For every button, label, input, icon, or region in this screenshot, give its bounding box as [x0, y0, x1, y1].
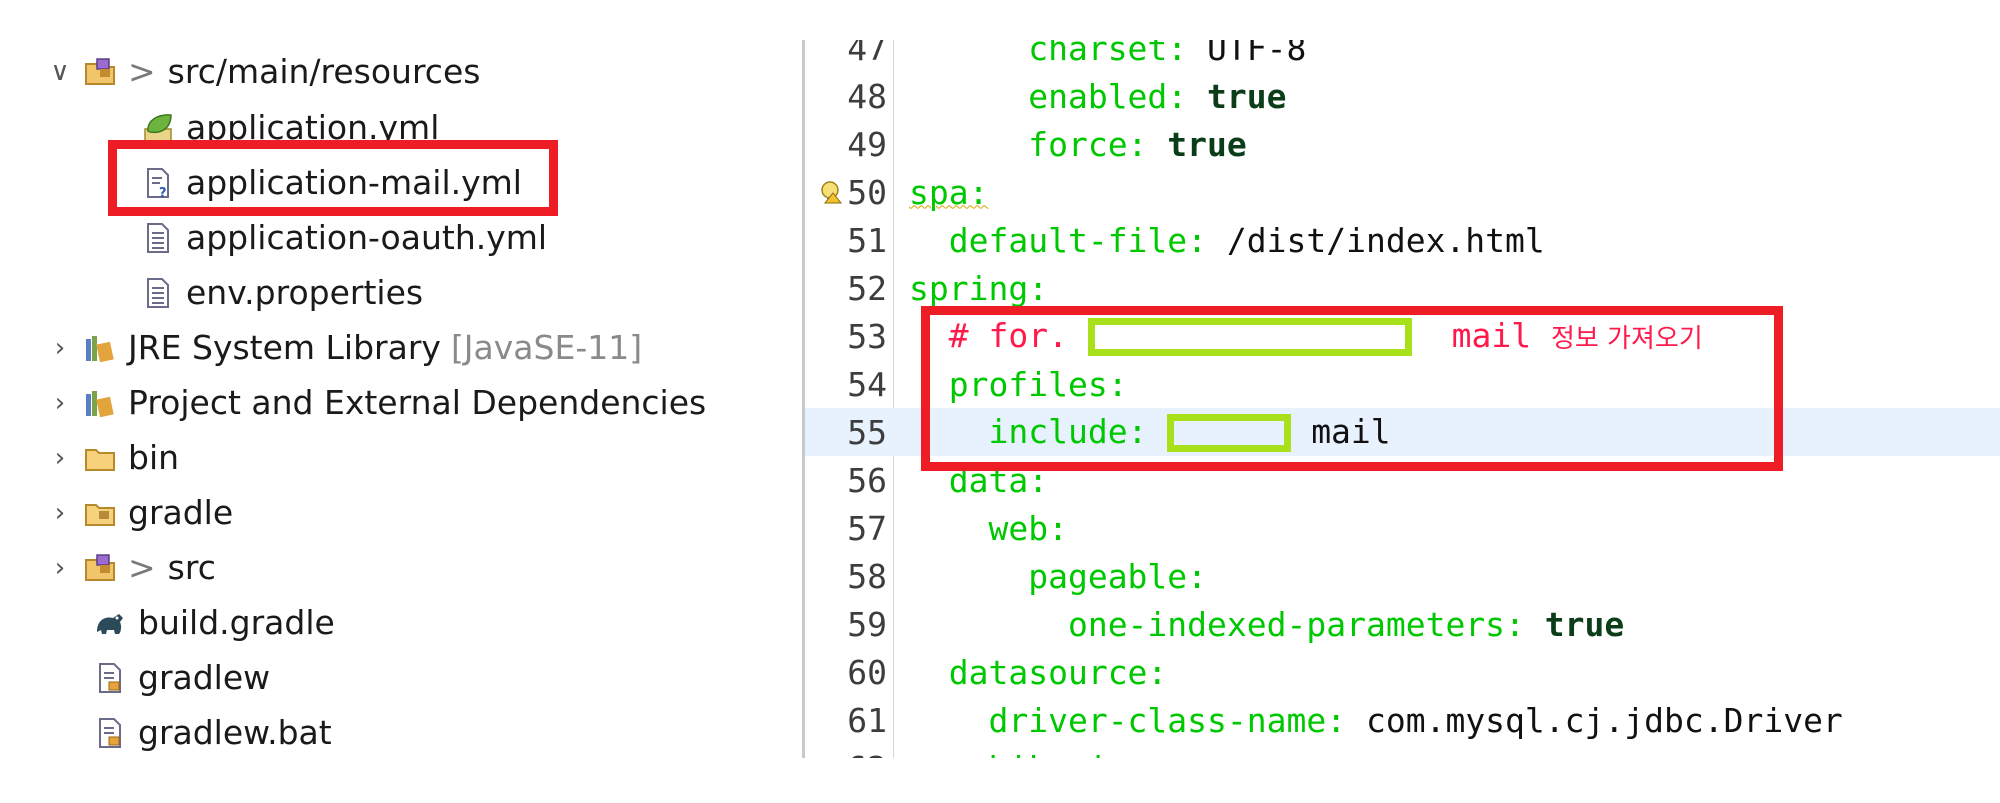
- folder-icon: [80, 438, 120, 478]
- source-folder-icon: [80, 548, 120, 588]
- code-line-60[interactable]: 60 datasource:: [805, 648, 2000, 696]
- code-line-56[interactable]: 56 data:: [805, 456, 2000, 504]
- code-line-55-current[interactable]: 55 include: mail: [805, 408, 2000, 456]
- tree-item-gradlew-bat[interactable]: gradlew.bat: [90, 705, 332, 760]
- chevron-down-icon[interactable]: ∨: [40, 57, 80, 87]
- tree-item-label: src/main/resources: [167, 52, 481, 91]
- tree-item-label: application-oauth.yml: [186, 218, 548, 257]
- tree-item-build-gradle[interactable]: build.gradle: [90, 595, 335, 650]
- source-folder-icon: [80, 52, 120, 92]
- code-line-49[interactable]: 49 force: true: [805, 120, 2000, 168]
- code-line-47[interactable]: 47 charset: UTF-8: [805, 40, 2000, 72]
- code-line-61[interactable]: 61 driver-class-name: com.mysql.cj.jdbc.…: [805, 696, 2000, 744]
- tree-item-label: gradle: [128, 493, 234, 532]
- code-line-53[interactable]: 53 # for. mail 정보 가져오기: [805, 312, 2000, 360]
- code-line-54[interactable]: 54 profiles:: [805, 360, 2000, 408]
- chevron-right-icon[interactable]: ›: [40, 553, 80, 583]
- tree-item-gradle[interactable]: › gradle: [40, 485, 233, 540]
- code-line-48[interactable]: 48 enabled: true: [805, 72, 2000, 120]
- code-line-52[interactable]: 52 spring:: [805, 264, 2000, 312]
- tree-item-application-mail-yml[interactable]: ? application-mail.yml: [138, 155, 522, 210]
- spring-yml-icon: [138, 108, 178, 148]
- tree-item-label: application-mail.yml: [186, 163, 522, 202]
- code-line-50[interactable]: 50 spa:: [805, 168, 2000, 216]
- tree-item-label: application.yml: [186, 108, 440, 147]
- redaction-box: [1167, 414, 1292, 453]
- library-icon: [80, 383, 120, 423]
- tree-item-label: gradlew: [138, 658, 271, 697]
- code-line-59[interactable]: 59 one-indexed-parameters: true: [805, 600, 2000, 648]
- tree-item-project-dependencies[interactable]: › Project and External Dependencies: [40, 375, 706, 430]
- warning-bulb-icon[interactable]: [817, 179, 843, 205]
- jre-version-decoration: [JavaSE-11]: [450, 328, 643, 367]
- code-line-51[interactable]: 51 default-file: /dist/index.html: [805, 216, 2000, 264]
- library-icon: [80, 328, 120, 368]
- tree-item-application-oauth-yml[interactable]: application-oauth.yml: [138, 210, 547, 265]
- tree-item-label: src: [167, 548, 216, 587]
- tree-item-bin[interactable]: › bin: [40, 430, 179, 485]
- gradle-file-icon: [90, 603, 130, 643]
- project-explorer-tree: ∨ > src/main/resources application.yml ?…: [0, 0, 800, 760]
- tree-item-label: bin: [128, 438, 180, 477]
- chevron-right-icon[interactable]: ›: [40, 333, 80, 363]
- text-file-icon: [138, 218, 178, 258]
- script-file-icon: [90, 658, 130, 698]
- chevron-right-icon[interactable]: ›: [40, 388, 80, 418]
- tree-item-application-yml[interactable]: application.yml: [138, 100, 439, 155]
- redaction-box: [1087, 318, 1412, 357]
- unknown-file-icon: ?: [138, 163, 178, 203]
- tree-item-label: gradlew.bat: [138, 713, 332, 752]
- tree-item-label: build.gradle: [138, 603, 335, 642]
- chevron-right-icon[interactable]: ›: [40, 498, 80, 528]
- yaml-editor[interactable]: 47 charset: UTF-8 48 enabled: true 49 fo…: [802, 40, 2000, 758]
- annotation-korean-text: 정보 가져오기: [1550, 323, 1703, 354]
- folder-icon: [80, 493, 120, 533]
- tree-item-jre-system-library[interactable]: › JRE System Library [JavaSE-11]: [40, 320, 642, 375]
- tree-item-gradlew[interactable]: gradlew: [90, 650, 270, 705]
- svg-text:?: ?: [159, 186, 167, 200]
- text-file-icon: [138, 273, 178, 313]
- tree-item-label: env.properties: [186, 273, 424, 312]
- code-line-58[interactable]: 58 pageable:: [805, 552, 2000, 600]
- tree-item-label: Project and External Dependencies: [128, 383, 707, 422]
- tree-item-env-properties[interactable]: env.properties: [138, 265, 423, 320]
- code-line-57[interactable]: 57 web:: [805, 504, 2000, 552]
- tree-item-src-main-resources[interactable]: ∨ > src/main/resources: [40, 44, 480, 99]
- code-line-62[interactable]: 62 hikari:: [805, 744, 2000, 759]
- script-file-icon: [90, 713, 130, 753]
- tree-item-src[interactable]: › > src: [40, 540, 216, 595]
- tree-item-label: JRE System Library: [128, 328, 441, 367]
- chevron-right-icon[interactable]: ›: [40, 443, 80, 473]
